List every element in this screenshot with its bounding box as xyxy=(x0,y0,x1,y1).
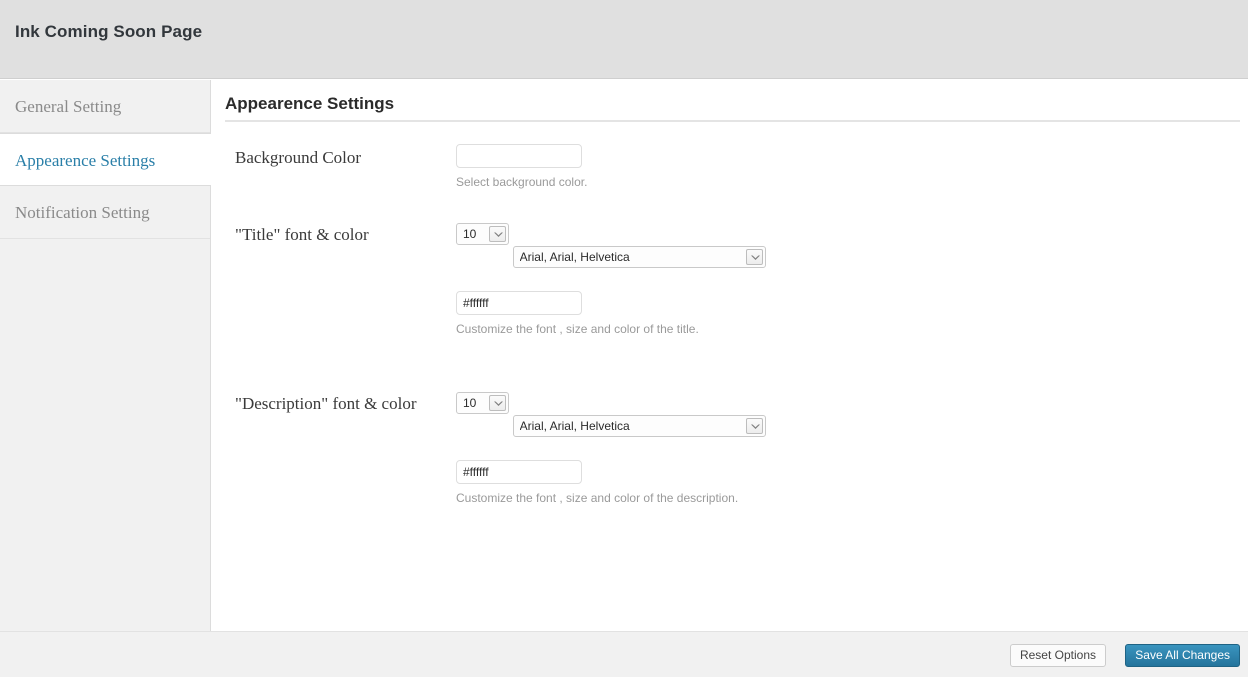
form-row-background-color: Background Color Select background color… xyxy=(211,136,1248,214)
sidebar-item-appearence-settings[interactable]: Appearence Settings xyxy=(0,133,211,186)
title-font-family-select[interactable]: Arial, Arial, Helvetica xyxy=(512,246,766,268)
field-label-title-font-color: "Title" font & color xyxy=(235,225,369,244)
title-color-input[interactable] xyxy=(456,291,582,315)
sidebar-item-label: Notification Setting xyxy=(15,203,150,222)
field-label-background-color: Background Color xyxy=(235,148,362,167)
background-color-input[interactable] xyxy=(456,144,582,168)
save-all-changes-button[interactable]: Save All Changes xyxy=(1125,644,1240,667)
sidebar-item-label: Appearence Settings xyxy=(15,151,156,170)
page-body: General Setting Appearence Settings Noti… xyxy=(0,80,1248,631)
footer-bar: Reset Options Save All Changes xyxy=(0,631,1248,677)
chevron-down-icon[interactable] xyxy=(489,226,506,242)
hint-title-font-color: Customize the font , size and color of t… xyxy=(456,322,699,336)
chevron-down-icon[interactable] xyxy=(745,418,763,434)
field-controls-title-font-color: 10 Arial, Arial, Helvetica #ffffff Custo… xyxy=(456,223,766,336)
app-header: Ink Coming Soon Page xyxy=(0,0,1248,79)
chevron-down-icon[interactable] xyxy=(489,395,506,411)
sidebar-nav: General Setting Appearence Settings Noti… xyxy=(0,80,211,631)
field-controls-background-color: Select background color. xyxy=(456,144,587,189)
settings-form: Background Color Select background color… xyxy=(211,136,1248,552)
sidebar-item-general-setting[interactable]: General Setting xyxy=(0,80,210,133)
form-row-title-font-color: "Title" font & color 10 Arial, Arial, He… xyxy=(211,214,1248,383)
reset-options-button[interactable]: Reset Options xyxy=(1009,644,1106,667)
main-panel: Appearence Settings Background Color Sel… xyxy=(211,80,1248,631)
chevron-down-icon[interactable] xyxy=(745,249,763,265)
sidebar-item-label: General Setting xyxy=(15,97,122,116)
section-heading: Appearence Settings xyxy=(225,94,395,113)
heading-divider xyxy=(225,120,1240,122)
description-font-family-value: Arial, Arial, Helvetica xyxy=(519,419,630,433)
title-font-family-value: Arial, Arial, Helvetica xyxy=(519,250,630,264)
description-font-size-select[interactable]: 10 xyxy=(456,392,509,414)
sidebar-item-notification-setting[interactable]: Notification Setting xyxy=(0,186,210,239)
hint-background-color: Select background color. xyxy=(456,175,588,189)
description-color-input[interactable] xyxy=(456,460,582,484)
title-font-size-value: 10 xyxy=(463,227,477,241)
page-title: Ink Coming Soon Page xyxy=(15,22,203,41)
description-font-size-value: 10 xyxy=(463,396,477,410)
description-font-family-select[interactable]: Arial, Arial, Helvetica xyxy=(512,415,766,437)
field-label-description-font-color: "Description" font & color xyxy=(235,394,417,413)
hint-description-font-color: Customize the font , size and color of t… xyxy=(456,491,739,505)
title-font-size-select[interactable]: 10 xyxy=(456,223,509,245)
form-row-description-font-color: "Description" font & color 10 Arial, Ari… xyxy=(211,383,1248,552)
field-controls-description-font-color: 10 Arial, Arial, Helvetica #ffffff Custo… xyxy=(456,392,766,505)
